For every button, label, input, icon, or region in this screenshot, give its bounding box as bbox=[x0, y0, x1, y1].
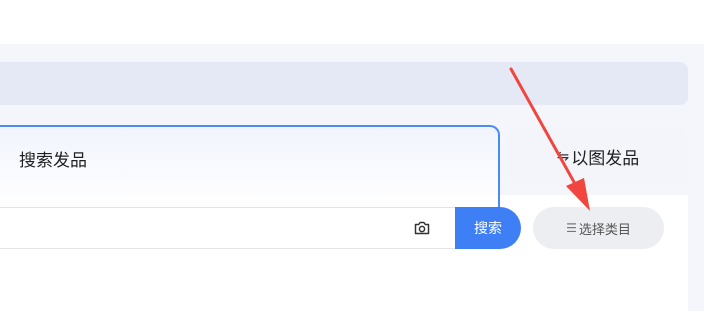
select-category-label: 选择类目 bbox=[578, 222, 631, 238]
camera-icon[interactable] bbox=[413, 219, 431, 237]
swap-icon: ⇋ bbox=[556, 147, 570, 165]
select-category-button[interactable]: ☰ 选择类目 bbox=[533, 207, 664, 249]
tab-search-publish-label: 搜索发品 bbox=[19, 151, 87, 171]
tab-image-publish-label: 以图发品 bbox=[571, 148, 640, 169]
page-header-area bbox=[0, 0, 704, 44]
list-icon: ☰ bbox=[566, 221, 577, 235]
search-input[interactable] bbox=[0, 207, 474, 249]
tab-image-publish[interactable]: ⇋ 以图发品 bbox=[509, 125, 687, 187]
banner-bar bbox=[0, 62, 688, 105]
search-button[interactable]: 搜索 bbox=[455, 207, 521, 249]
